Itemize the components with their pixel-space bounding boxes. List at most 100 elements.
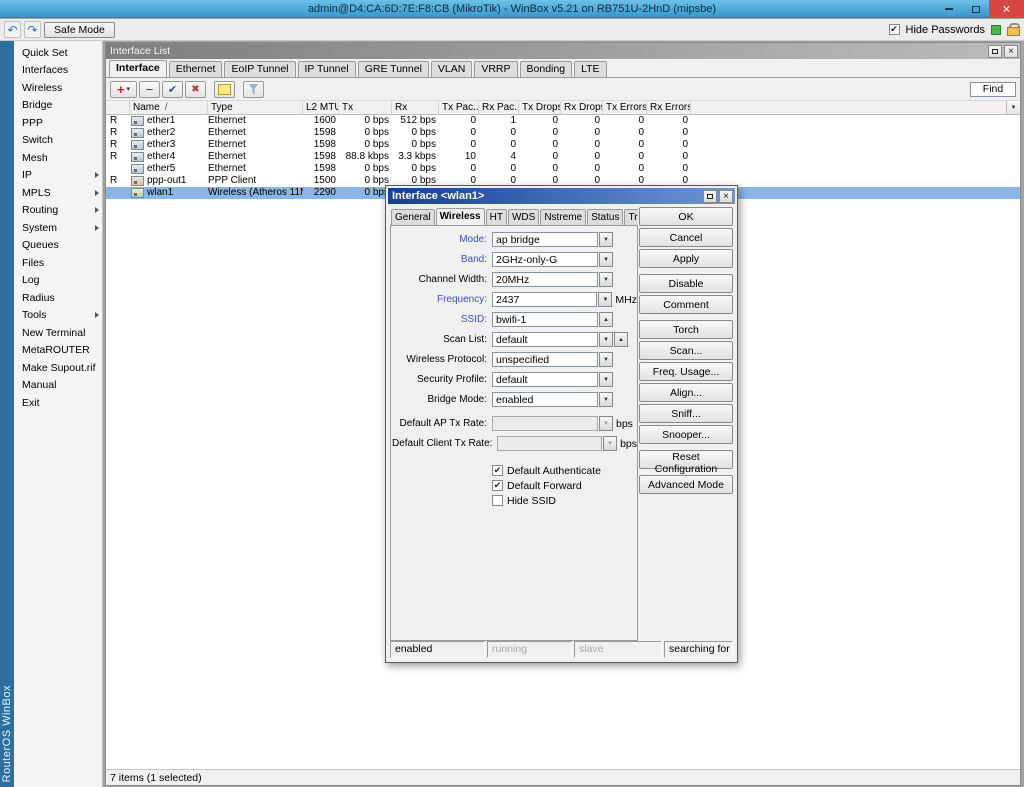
frequency-select[interactable]: 2437: [492, 292, 597, 307]
dialog-button[interactable]: Cancel: [639, 228, 733, 247]
sidebar-item[interactable]: MetaROUTER: [14, 342, 102, 360]
dialog-button[interactable]: Reset Configuration: [639, 450, 733, 469]
sidebar-item[interactable]: Mesh: [14, 149, 102, 167]
minimize-button[interactable]: [935, 0, 962, 18]
sidebar-item[interactable]: Log: [14, 272, 102, 290]
dialog-button[interactable]: Comment: [639, 295, 733, 314]
table-row[interactable]: R ether1 Ethernet 1600 0 bps 512 bps 0 1…: [106, 115, 1020, 127]
sidebar-item[interactable]: Make Supout.rif: [14, 359, 102, 377]
restore-button[interactable]: [962, 0, 989, 18]
table-row[interactable]: ether5 Ethernet 1598 0 bps 0 bps 0 0 0 0…: [106, 163, 1020, 175]
tab[interactable]: IP Tunnel: [298, 61, 356, 77]
column-header[interactable]: Rx /: [392, 101, 439, 114]
tab[interactable]: VLAN: [431, 61, 472, 77]
dialog-close-button[interactable]: ×: [719, 190, 733, 203]
column-header[interactable]: Type /: [208, 101, 303, 114]
dialog-button[interactable]: Disable: [639, 274, 733, 293]
dialog-button[interactable]: Align...: [639, 383, 733, 402]
security-profile-dropdown-button[interactable]: [599, 372, 613, 387]
undo-button[interactable]: [4, 21, 21, 38]
sidebar-item[interactable]: Routing: [14, 202, 102, 220]
sidebar-item[interactable]: Radius: [14, 289, 102, 307]
sidebar-item[interactable]: IP: [14, 167, 102, 185]
toolbar-action-button[interactable]: [139, 81, 160, 98]
toolbar-action-button[interactable]: [214, 81, 235, 98]
scan-list-collapse-button[interactable]: [614, 332, 628, 347]
table-row[interactable]: R ether2 Ethernet 1598 0 bps 0 bps 0 0 0…: [106, 127, 1020, 139]
dialog-tab[interactable]: Traffic: [624, 209, 638, 225]
sidebar-item[interactable]: Queues: [14, 237, 102, 255]
dialog-button[interactable]: Freq. Usage...: [639, 362, 733, 381]
column-header[interactable]: Tx Errors /: [603, 101, 647, 114]
channel-width-dropdown-button[interactable]: [599, 272, 613, 287]
mode-dropdown-button[interactable]: [599, 232, 613, 247]
column-header[interactable]: Name /: [130, 101, 208, 114]
sidebar-item[interactable]: Switch: [14, 132, 102, 150]
checkbox-label[interactable]: Hide SSID: [507, 495, 556, 507]
column-header[interactable]: Rx Pac... /: [479, 101, 519, 114]
band-dropdown-button[interactable]: [599, 252, 613, 267]
column-header[interactable]: L2 MTU /: [303, 101, 339, 114]
dialog-button[interactable]: Advanced Mode: [639, 475, 733, 494]
frequency-dropdown-button[interactable]: [598, 292, 612, 307]
interface-list-titlebar[interactable]: Interface List ×: [106, 43, 1020, 59]
sidebar-item[interactable]: Quick Set: [14, 44, 102, 62]
checkbox[interactable]: [492, 480, 503, 491]
dialog-tab[interactable]: WDS: [508, 209, 539, 225]
sidebar-item[interactable]: Exit: [14, 394, 102, 412]
wireless-protocol-dropdown-button[interactable]: [599, 352, 613, 367]
hide-passwords-label[interactable]: Hide Passwords: [906, 24, 985, 36]
scan-list-dropdown-button[interactable]: [599, 332, 613, 347]
dialog-button[interactable]: Snooper...: [639, 425, 733, 444]
channel-width-select[interactable]: 20MHz: [492, 272, 598, 287]
mode-select[interactable]: ap bridge: [492, 232, 598, 247]
dialog-button[interactable]: OK: [639, 207, 733, 226]
sidebar-item[interactable]: New Terminal: [14, 324, 102, 342]
dialog-button[interactable]: Sniff...: [639, 404, 733, 423]
toolbar-action-button[interactable]: [110, 81, 137, 98]
toolbar-action-button[interactable]: [162, 81, 183, 98]
bridge-mode-select[interactable]: enabled: [492, 392, 598, 407]
dialog-titlebar[interactable]: Interface <wlan1> ×: [388, 188, 735, 204]
dialog-button[interactable]: Torch: [639, 320, 733, 339]
tab[interactable]: Bonding: [520, 61, 573, 77]
wireless-protocol-select[interactable]: unspecified: [492, 352, 598, 367]
tab[interactable]: Interface: [109, 60, 167, 78]
dialog-tab[interactable]: Nstreme: [540, 209, 586, 225]
column-header[interactable]: Rx Errors /: [647, 101, 691, 114]
table-row[interactable]: R ether3 Ethernet 1598 0 bps 0 bps 0 0 0…: [106, 139, 1020, 151]
dialog-maximize-button[interactable]: [703, 190, 717, 203]
app-titlebar[interactable]: admin@D4:CA:6D:7E:F8:CB (MikroTik) - Win…: [0, 0, 1024, 18]
column-header[interactable]: Rx Drops /: [561, 101, 603, 114]
sidebar-item[interactable]: Tools: [14, 307, 102, 325]
dialog-tab[interactable]: Wireless: [436, 208, 485, 226]
checkbox-label[interactable]: Default Authenticate: [507, 465, 601, 477]
find-button[interactable]: Find: [970, 82, 1016, 97]
ssid-collapse-button[interactable]: [599, 312, 613, 327]
checkbox[interactable]: [492, 465, 503, 476]
column-header[interactable]: Tx Drops /: [519, 101, 561, 114]
tab[interactable]: LTE: [574, 61, 606, 77]
band-select[interactable]: 2GHz-only-G: [492, 252, 598, 267]
tab[interactable]: GRE Tunnel: [358, 61, 429, 77]
column-header[interactable]: Tx Pac... /: [439, 101, 479, 114]
window-close-button[interactable]: ×: [1004, 45, 1018, 58]
column-select-button[interactable]: [1006, 101, 1020, 114]
window-maximize-button[interactable]: [988, 45, 1002, 58]
dialog-tab[interactable]: General: [391, 209, 435, 225]
toolbar-action-button[interactable]: [185, 81, 206, 98]
bridge-mode-dropdown-button[interactable]: [599, 392, 613, 407]
dialog-button[interactable]: Apply: [639, 249, 733, 268]
dialog-tab[interactable]: Status: [587, 209, 623, 225]
sidebar-item[interactable]: Wireless: [14, 79, 102, 97]
toolbar-action-button[interactable]: [243, 81, 264, 98]
sidebar-item[interactable]: Files: [14, 254, 102, 272]
security-profile-select[interactable]: default: [492, 372, 598, 387]
sidebar-item[interactable]: Bridge: [14, 97, 102, 115]
scan-list-select[interactable]: default: [492, 332, 598, 347]
sidebar-item[interactable]: Manual: [14, 377, 102, 395]
column-header[interactable]: Tx /: [339, 101, 392, 114]
dialog-button[interactable]: Scan...: [639, 341, 733, 360]
table-row[interactable]: R ether4 Ethernet 1598 88.8 kbps 3.3 kbp…: [106, 151, 1020, 163]
hide-passwords-checkbox[interactable]: [889, 24, 900, 35]
